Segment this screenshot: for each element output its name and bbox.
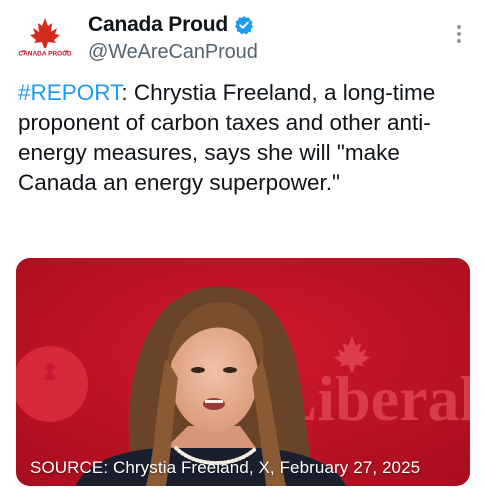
- avatar[interactable]: CANADA PROUD: [18, 12, 72, 66]
- svg-text:CANADA PROUD: CANADA PROUD: [18, 51, 72, 58]
- hashtag-link[interactable]: #REPORT: [18, 80, 121, 105]
- display-name[interactable]: Canada Proud: [88, 13, 228, 37]
- tweet-card[interactable]: CANADA PROUD Canada Proud @WeAreCanProud: [0, 0, 485, 500]
- photo-illustration: Liberal: [16, 258, 470, 486]
- display-name-row: Canada Proud: [88, 12, 258, 38]
- dot: [457, 32, 461, 36]
- dot: [457, 25, 461, 29]
- dot: [457, 39, 461, 43]
- media-caption: SOURCE: Chrystia Freeland, X, February 2…: [30, 458, 421, 477]
- verified-badge-icon: [234, 15, 254, 35]
- maple-leaf-logo-icon: CANADA PROUD: [18, 18, 72, 58]
- account-handle[interactable]: @WeAreCanProud: [88, 41, 258, 64]
- author-names: Canada Proud @WeAreCanProud: [88, 12, 258, 64]
- more-options-icon[interactable]: [451, 22, 467, 46]
- tweet-header: CANADA PROUD Canada Proud @WeAreCanProud: [18, 10, 473, 66]
- tweet-text: #REPORT: Chrystia Freeland, a long-time …: [18, 78, 468, 198]
- tweet-media-image[interactable]: Liberal SOURCE: Chrystia Freeland, X, Fe…: [16, 258, 470, 486]
